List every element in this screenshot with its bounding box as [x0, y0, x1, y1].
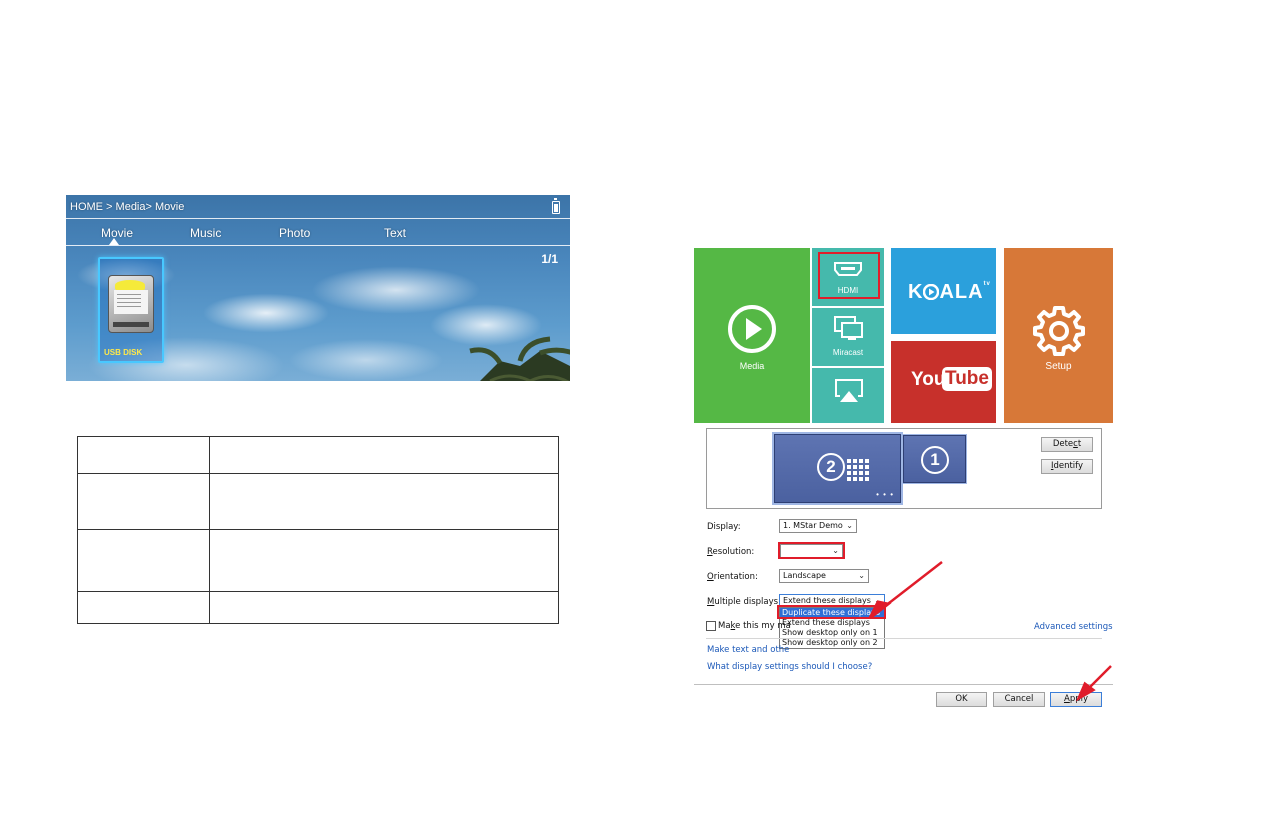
table-row	[77, 436, 559, 474]
tile-miracast[interactable]: Miracast	[812, 308, 884, 366]
table-cell	[77, 473, 210, 530]
empty-table	[77, 436, 559, 624]
identify-button[interactable]: Identify	[1041, 459, 1093, 474]
hard-drive-icon	[108, 275, 154, 333]
home-tiles-menu: Media HDMI Miracast K ALAtv You Tube Set…	[694, 248, 1113, 423]
multiple-displays-label: Multiple displays:	[707, 597, 781, 607]
tab-text[interactable]: Text	[384, 226, 406, 240]
play-icon	[728, 305, 776, 353]
tile-media-label: Media	[739, 361, 765, 371]
active-tab-caret-icon	[109, 238, 119, 245]
display-label: Display:	[707, 522, 741, 532]
table-cell	[209, 473, 559, 530]
red-arrow-to-apply-icon	[1075, 665, 1112, 702]
battery-icon	[552, 198, 560, 214]
dropdown-option-desktop-1[interactable]: Show desktop only on 1	[780, 628, 884, 638]
orientation-select[interactable]: Landscape ⌄	[779, 569, 869, 583]
table-cell	[77, 529, 210, 592]
gear-icon	[1033, 306, 1085, 356]
advanced-settings-link[interactable]: Advanced settings	[1034, 622, 1113, 632]
breadcrumb: HOME > Media> Movie	[70, 201, 185, 213]
table-row	[77, 473, 559, 530]
monitor-1[interactable]: 1	[903, 435, 966, 483]
miracast-screens-icon	[834, 316, 863, 340]
table-row	[77, 591, 559, 624]
tile-hdmi[interactable]: HDMI	[812, 248, 884, 306]
youtube-logo-you: You	[911, 369, 946, 390]
resolution-label: Resolution:	[707, 547, 755, 557]
table-cell	[77, 591, 210, 624]
dropdown-option-desktop-2[interactable]: Show desktop only on 2	[780, 638, 884, 648]
tile-setup[interactable]: Setup	[1004, 248, 1113, 423]
monitor-2-number: 2	[817, 453, 845, 481]
detect-button[interactable]: Detect	[1041, 437, 1093, 452]
footer-separator	[694, 684, 1113, 685]
resolution-highlight-box	[778, 542, 845, 559]
make-main-display-checkbox[interactable]	[706, 621, 716, 631]
youtube-logo-tube: Tube	[942, 367, 992, 391]
cancel-button[interactable]: Cancel	[993, 692, 1045, 707]
table-cell	[209, 591, 559, 624]
monitor-1-number: 1	[921, 446, 949, 474]
table-row	[77, 529, 559, 592]
usb-disk-tile[interactable]: USB DISK	[98, 257, 164, 363]
tabs-divider	[66, 245, 570, 246]
tile-setup-label: Setup	[1045, 361, 1072, 372]
table-cell	[77, 436, 210, 474]
red-arrow-to-dropdown-icon	[868, 561, 943, 620]
tile-youtube[interactable]: You Tube	[891, 341, 996, 423]
hdmi-highlight-box	[818, 252, 880, 299]
chevron-down-icon: ⌄	[846, 521, 853, 530]
calculator-grid-icon	[847, 459, 871, 481]
orientation-label: Orientation:	[707, 572, 758, 582]
tile-media[interactable]: Media	[694, 248, 810, 423]
page-count: 1/1	[541, 252, 558, 266]
make-text-larger-link[interactable]: Make text and othe	[707, 645, 789, 655]
airplay-icon	[835, 379, 863, 402]
usb-disk-label: USB DISK	[104, 348, 143, 357]
dots-icon: • • •	[876, 490, 894, 499]
display-select[interactable]: 1. MStar Demo ⌄	[779, 519, 857, 533]
koala-play-icon	[923, 283, 940, 301]
tab-music[interactable]: Music	[190, 226, 221, 240]
what-display-settings-link[interactable]: What display settings should I choose?	[707, 662, 872, 672]
separator	[706, 638, 1102, 639]
projector-media-screen: HOME > Media> Movie Movie Music Photo Te…	[66, 195, 570, 381]
table-cell	[209, 529, 559, 592]
table-cell	[209, 436, 559, 474]
make-main-display-label: Make this my ma	[718, 621, 791, 631]
tile-miracast-label: Miracast	[832, 348, 864, 357]
monitor-2[interactable]: 2 • • •	[774, 434, 901, 503]
koala-tv-logo: K ALAtv	[908, 281, 991, 303]
tile-airplay[interactable]	[812, 368, 884, 423]
tab-photo[interactable]: Photo	[279, 226, 310, 240]
ok-button[interactable]: OK	[936, 692, 987, 707]
palm-tree-decoration	[469, 336, 570, 381]
tile-koala-tv[interactable]: K ALAtv	[891, 248, 996, 334]
header-divider	[66, 218, 570, 219]
